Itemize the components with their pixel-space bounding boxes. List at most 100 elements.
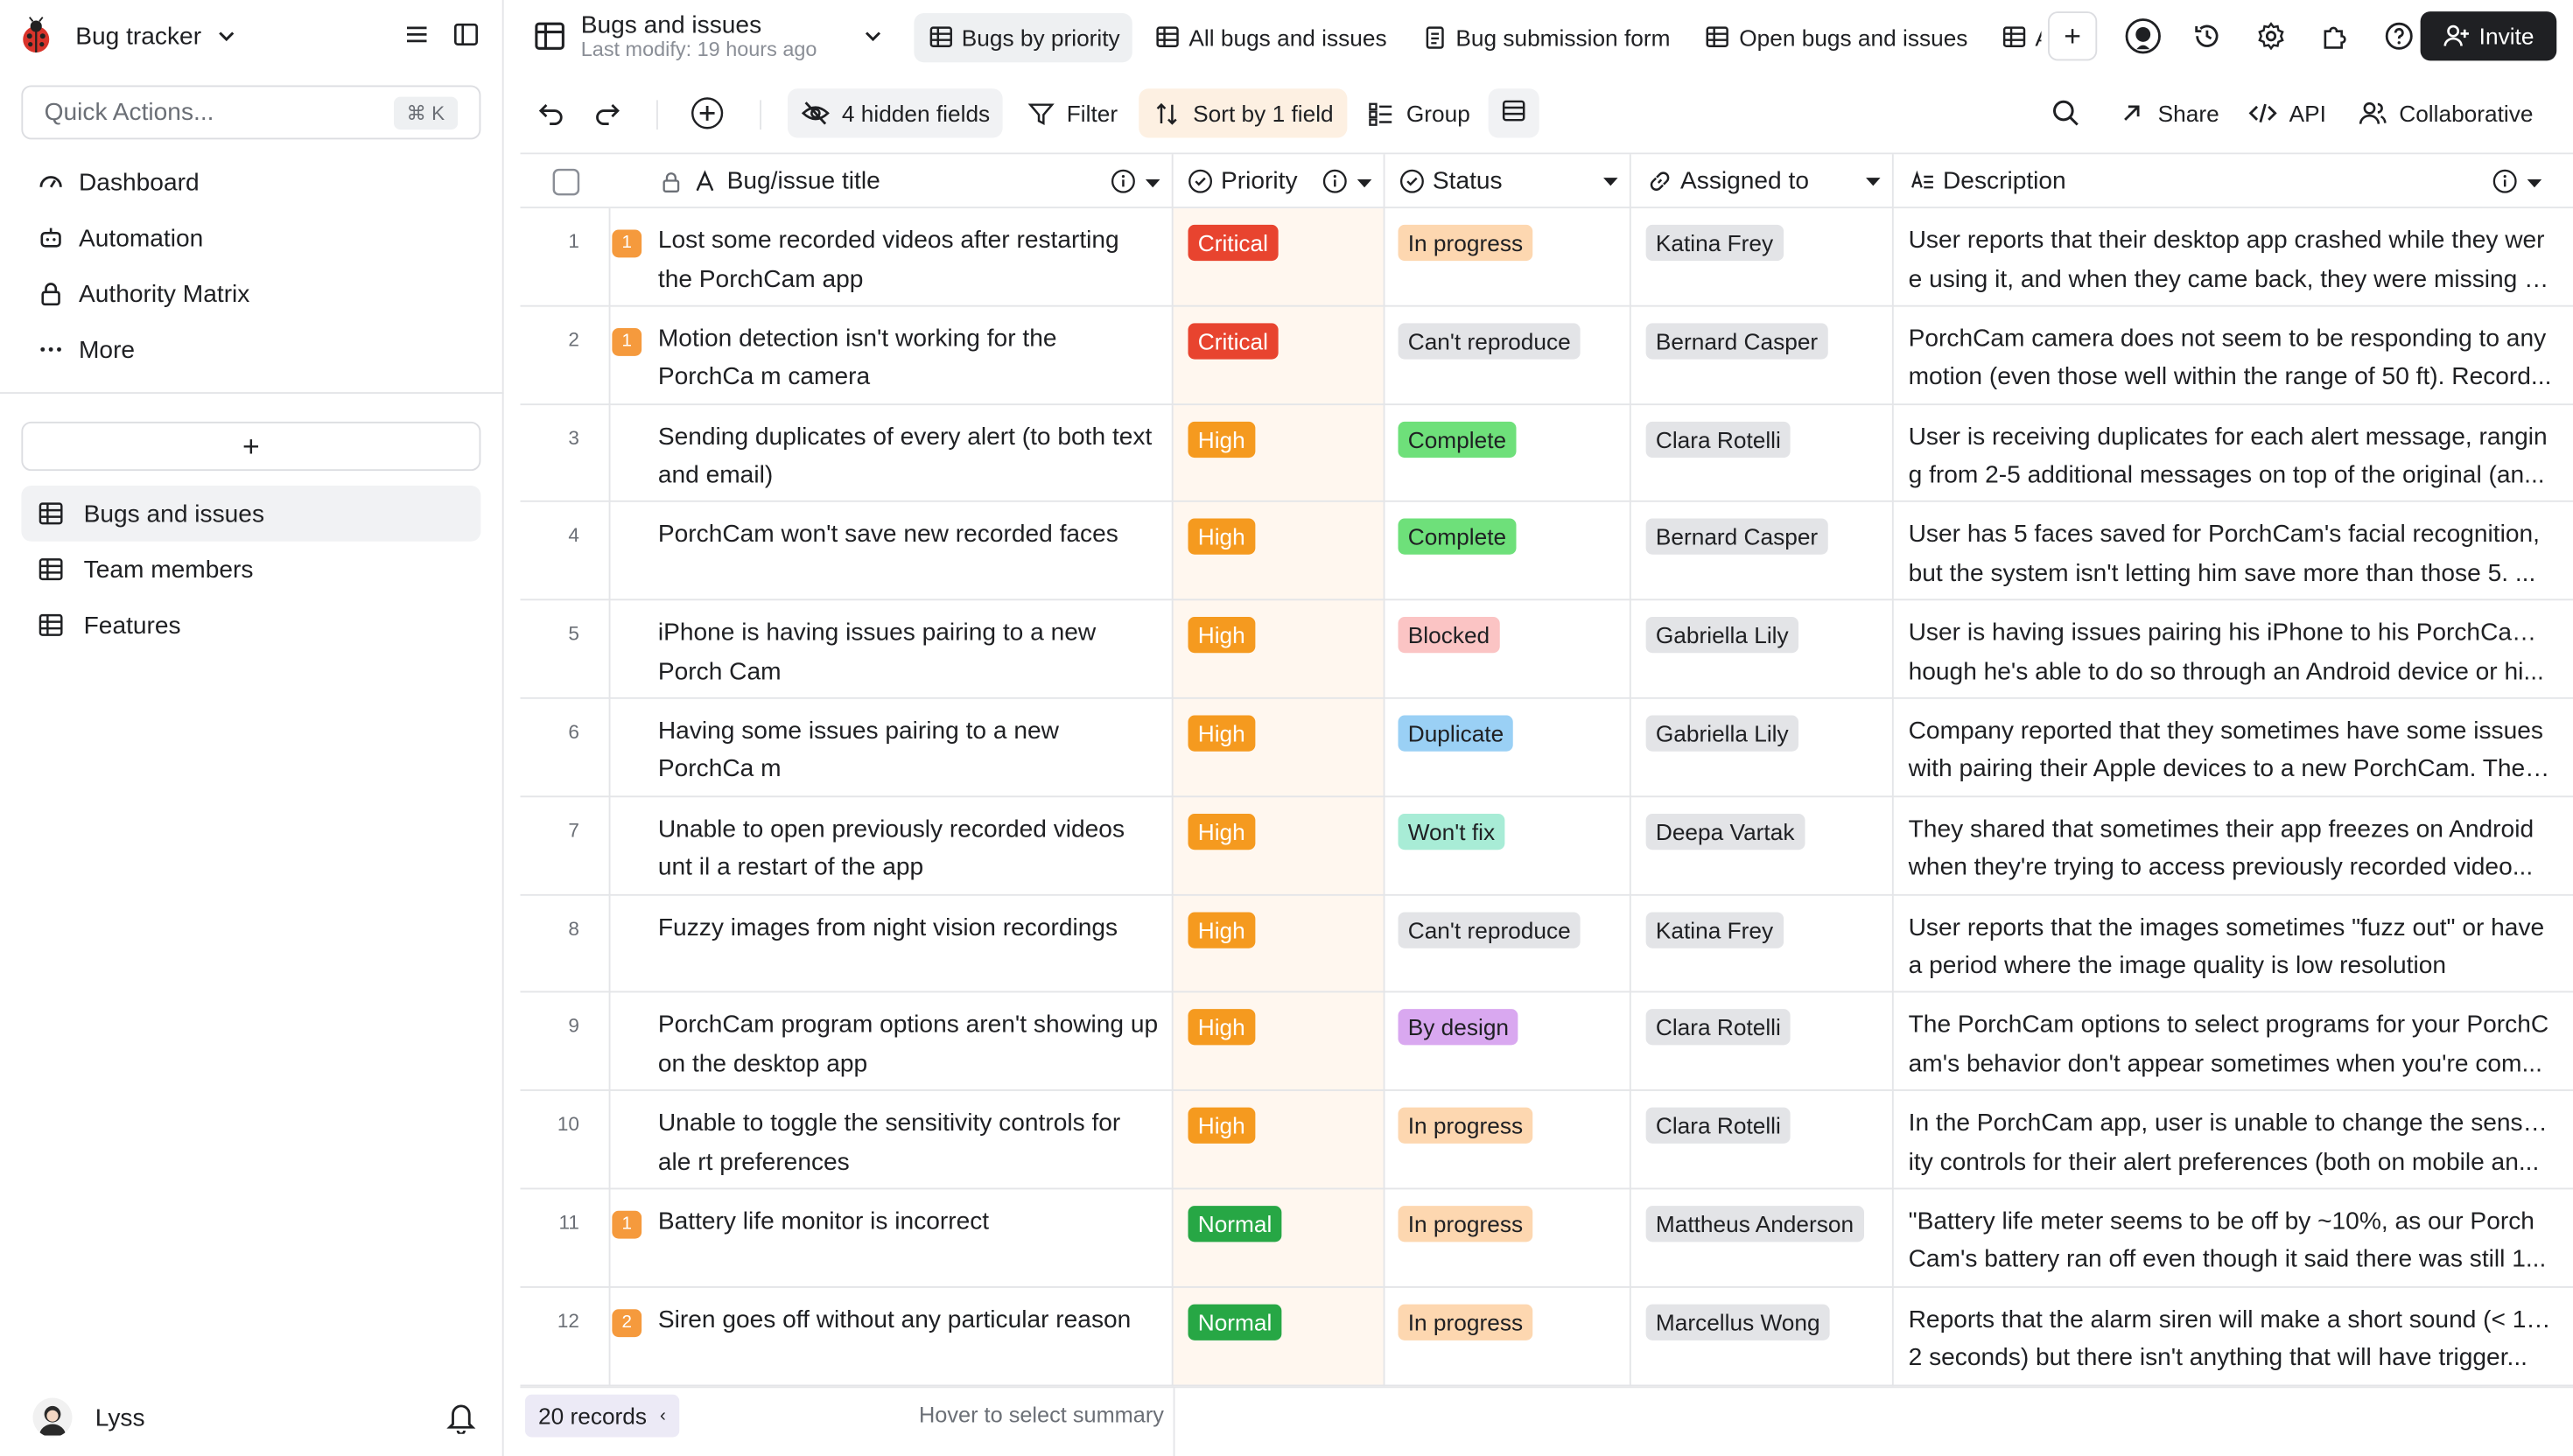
cell-title[interactable]: 1 Battery life monitor is incorrect [611,1189,1174,1288]
cell-status[interactable]: Blocked [1385,600,1631,699]
table-row[interactable]: 2 1 Motion detection isn't working for the… [520,306,2573,405]
row-height-button[interactable] [1488,88,1539,138]
cell-title[interactable]: Sending duplicates of every alert (to bo… [611,404,1174,503]
sidebar-item-bugs-and-issues[interactable]: Bugs and issues [21,486,481,542]
cell-title[interactable]: PorchCam program options aren't showing … [611,993,1174,1092]
info-icon[interactable] [2492,169,2517,200]
hidden-fields-button[interactable]: 4 hidden fields [788,88,1004,138]
bell-icon[interactable] [446,1401,476,1438]
cell-status[interactable]: In progress [1385,1091,1631,1190]
cell-priority[interactable]: High [1174,404,1385,503]
cell-title[interactable]: iPhone is having issues pairing to a new… [611,600,1174,699]
table-row[interactable]: 9 PorchCam program options aren't showing… [520,993,2573,1092]
table-row[interactable]: 1 1 Lost some recorded videos after restar… [520,208,2573,307]
cell-status[interactable]: Complete [1385,404,1631,503]
cell-title[interactable]: 2 Siren goes off without any particular r… [611,1287,1174,1386]
cell-description[interactable]: Company reported that they sometimes hav… [1894,699,2573,797]
column-header-assigned[interactable]: Assigned to [1631,154,1894,209]
column-header-priority[interactable]: Priority [1174,154,1385,209]
cell-status[interactable]: Can't reproduce [1385,894,1631,994]
invite-button[interactable]: Invite [2420,11,2557,61]
table-row[interactable]: 5 iPhone is having issues pairing to a ne… [520,600,2573,699]
cell-assigned[interactable]: Deepa Vartak [1631,796,1894,895]
tab-more-views[interactable]: A [1989,12,2042,61]
cell-assigned[interactable]: Gabriella Lily [1631,600,1894,699]
api-button[interactable]: API [2248,88,2326,137]
sidebar-item-automation[interactable]: Automation [21,210,480,266]
cell-description[interactable]: They shared that sometimes their app fre… [1894,797,2573,895]
select-all-checkbox[interactable] [520,154,610,208]
add-table-button[interactable]: + [21,421,481,472]
column-header-description[interactable]: Description [1894,154,2573,208]
undo-icon[interactable] [536,88,566,137]
github-icon[interactable] [2125,18,2161,54]
cell-priority[interactable]: Normal [1174,1189,1385,1288]
cell-status[interactable]: Can't reproduce [1385,306,1631,405]
caret-down-icon[interactable] [1356,171,1374,199]
sort-button[interactable]: Sort by 1 field [1139,88,1347,138]
cell-priority[interactable]: High [1174,796,1385,895]
cell-title[interactable]: PorchCam won't save new recorded faces [611,502,1174,601]
table-row[interactable]: 12 2 Siren goes off without any particular… [520,1287,2573,1386]
cell-status[interactable]: By design [1385,993,1631,1092]
cell-priority[interactable]: Critical [1174,306,1385,405]
user-profile[interactable]: Lyss [32,1395,487,1441]
cell-priority[interactable]: High [1174,1091,1385,1190]
cell-description[interactable]: User has 5 faces saved for PorchCam's fa… [1894,502,2573,600]
chevron-left-icon[interactable]: ‹ [660,1406,666,1426]
cell-priority[interactable]: High [1174,502,1385,601]
cell-assigned[interactable]: Clara Rotelli [1631,1091,1894,1190]
cell-assigned[interactable]: Marcellus Wong [1631,1287,1894,1386]
caret-down-icon[interactable] [1144,171,1162,199]
sidebar-item-dashboard[interactable]: Dashboard [21,154,480,210]
comment-count-badge[interactable]: 2 [612,1308,642,1337]
cell-description[interactable]: In the PorchCam app, user is unable to c… [1894,1091,2573,1189]
table-row[interactable]: 10 Unable to toggle the sensitivity contr… [520,1091,2573,1190]
chevron-down-icon[interactable] [861,24,884,52]
comment-count-badge[interactable]: 1 [612,327,642,356]
sidebar-item-team-members[interactable]: Team members [21,542,480,598]
table-row[interactable]: 3 Sending duplicates of every alert (to b… [520,404,2573,503]
cell-priority[interactable]: High [1174,600,1385,699]
cell-description[interactable]: User is having issues pairing his iPhone… [1894,601,2573,699]
cell-description[interactable]: User reports that the images sometimes "… [1894,895,2573,993]
record-count-badge[interactable]: 20 records ‹ [525,1394,679,1438]
table-row[interactable]: 11 1 Battery life monitor is incorrect Norm… [520,1189,2573,1288]
group-button[interactable]: Group [1365,88,1470,137]
summary-hint[interactable]: Hover to select summary [919,1403,1164,1427]
cell-assigned[interactable]: Katina Frey [1631,894,1894,994]
cell-status[interactable]: In progress [1385,208,1631,307]
redo-icon[interactable] [592,88,622,137]
cell-assigned[interactable]: Gabriella Lily [1631,698,1894,797]
cell-assigned[interactable]: Bernard Casper [1631,306,1894,405]
tab-bug-submission-form[interactable]: Bug submission form [1408,12,1683,61]
cell-title[interactable]: Having some issues pairing to a new Porc… [611,698,1174,797]
cell-title[interactable]: 1 Lost some recorded videos after restart… [611,208,1174,307]
cell-status[interactable]: Complete [1385,502,1631,601]
cell-title[interactable]: 1 Motion detection isn't working for the … [611,306,1174,405]
cell-assigned[interactable]: Clara Rotelli [1631,993,1894,1092]
tab-all-bugs-and-issues[interactable]: All bugs and issues [1141,12,1400,61]
cell-status[interactable]: In progress [1385,1189,1631,1288]
table-row[interactable]: 4 PorchCam won't save new recorded faces H… [520,502,2573,601]
sidebar-item-authority-matrix[interactable]: Authority Matrix [21,266,480,322]
cell-priority[interactable]: High [1174,698,1385,797]
sidebar-toggle-icon[interactable] [452,20,481,50]
caret-down-icon[interactable] [1864,169,1882,197]
info-icon[interactable] [1111,169,1135,200]
cell-assigned[interactable]: Katina Frey [1631,208,1894,307]
cell-description[interactable]: User is receiving duplicates for each al… [1894,404,2573,502]
cell-title[interactable]: Unable to open previously recorded video… [611,796,1174,895]
column-header-status[interactable]: Status [1385,154,1631,209]
cell-description[interactable]: "Battery life meter seems to be off by ~… [1894,1189,2573,1287]
filter-button[interactable]: Filter [1026,88,1118,137]
history-icon[interactable] [2189,18,2225,54]
puzzle-icon[interactable] [2317,18,2353,54]
tab-bugs-by-priority[interactable]: Bugs by priority [914,12,1133,62]
chevron-down-icon[interactable] [214,24,237,47]
cell-assigned[interactable]: Mattheus Anderson [1631,1189,1894,1288]
search-icon[interactable] [2051,88,2081,137]
comment-count-badge[interactable]: 1 [612,229,642,258]
cell-priority[interactable]: Normal [1174,1287,1385,1386]
app-title[interactable]: Bug tracker [75,22,201,50]
